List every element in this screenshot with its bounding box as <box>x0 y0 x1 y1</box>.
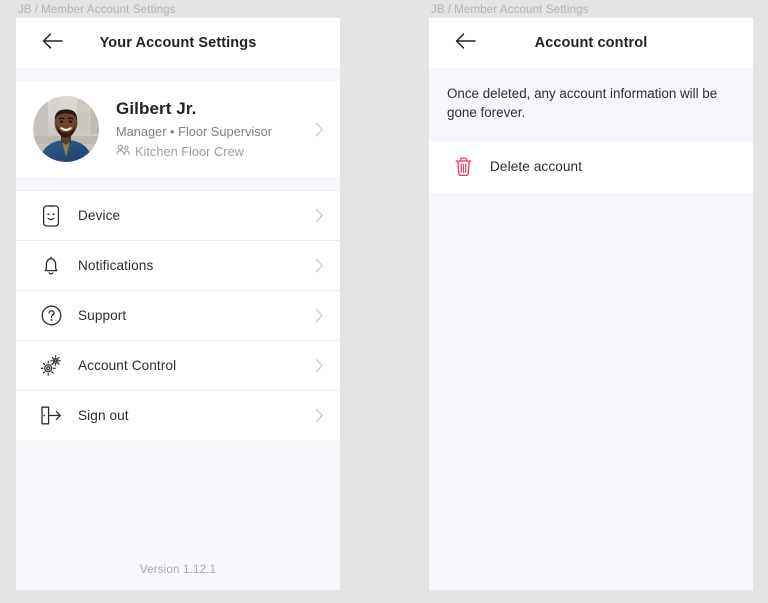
profile-text: Gilbert Jr. Manager • Floor Supervisor K… <box>116 98 315 161</box>
account-control-panel: Account control Once deleted, any accoun… <box>429 18 753 590</box>
breadcrumb-right: JB / Member Account Settings <box>431 4 589 16</box>
menu-item-account-control[interactable]: Account Control <box>16 340 340 390</box>
back-button[interactable] <box>40 31 64 55</box>
account-settings-panel: Your Account Settings Gilbert Jr. Manage… <box>16 18 340 590</box>
breadcrumb-root[interactable]: JB <box>431 4 445 16</box>
section-spacer <box>16 68 340 81</box>
chevron-right-icon <box>315 208 324 223</box>
menu-item-notifications[interactable]: Notifications <box>16 240 340 290</box>
gears-icon <box>38 354 64 377</box>
appbar-left: Your Account Settings <box>16 18 340 68</box>
phone-smiley-icon <box>38 204 64 227</box>
sign-out-icon <box>38 405 64 426</box>
breadcrumb-separator: / <box>34 4 39 16</box>
app-root: JB / Member Account Settings JB / Member Acc… <box>0 0 768 603</box>
arrow-left-icon <box>455 32 476 54</box>
settings-menu: Device Notifications Support Account Con… <box>16 190 340 440</box>
menu-item-label: Device <box>78 208 121 223</box>
trash-icon <box>450 156 476 177</box>
delete-account-button[interactable]: Delete account <box>429 140 753 193</box>
menu-item-sign-out[interactable]: Sign out <box>16 390 340 440</box>
profile-row[interactable]: Gilbert Jr. Manager • Floor Supervisor K… <box>16 81 340 177</box>
menu-item-support[interactable]: Support <box>16 290 340 340</box>
back-button[interactable] <box>453 31 477 55</box>
question-circle-icon <box>38 305 64 326</box>
chevron-right-icon <box>315 358 324 373</box>
breadcrumb-current: Member Account Settings <box>41 4 176 16</box>
appbar-right: Account control <box>429 18 753 68</box>
people-icon <box>116 144 130 161</box>
breadcrumb-root[interactable]: JB <box>18 4 32 16</box>
bell-icon <box>38 255 64 277</box>
arrow-left-icon <box>42 32 63 54</box>
profile-name: Gilbert Jr. <box>116 98 197 118</box>
page-title: Account control <box>534 35 648 51</box>
delete-warning-text: Once deleted, any account information wi… <box>429 68 753 141</box>
menu-item-device[interactable]: Device <box>16 190 340 240</box>
profile-crew: Kitchen Floor Crew <box>116 144 315 161</box>
breadcrumb-left: JB / Member Account Settings <box>18 4 176 16</box>
page-title: Your Account Settings <box>99 35 257 51</box>
chevron-right-icon <box>315 122 324 137</box>
chevron-right-icon <box>315 258 324 273</box>
version-label: Version 1.12.1 <box>139 564 217 576</box>
menu-item-label: Notifications <box>78 258 154 273</box>
menu-item-label: Support <box>78 308 127 323</box>
chevron-right-icon <box>315 408 324 423</box>
breadcrumb-separator: / <box>447 4 452 16</box>
avatar <box>33 96 99 162</box>
chevron-right-icon <box>315 308 324 323</box>
menu-item-label: Account Control <box>78 358 177 373</box>
breadcrumb-current: Member Account Settings <box>454 4 589 16</box>
profile-crew-label: Kitchen Floor Crew <box>135 143 244 159</box>
profile-role: Manager • Floor Supervisor <box>116 124 272 139</box>
profile-card: Gilbert Jr. Manager • Floor Supervisor K… <box>16 81 340 177</box>
delete-account-label: Delete account <box>490 159 583 175</box>
menu-item-label: Sign out <box>78 408 129 423</box>
section-spacer <box>16 177 340 190</box>
